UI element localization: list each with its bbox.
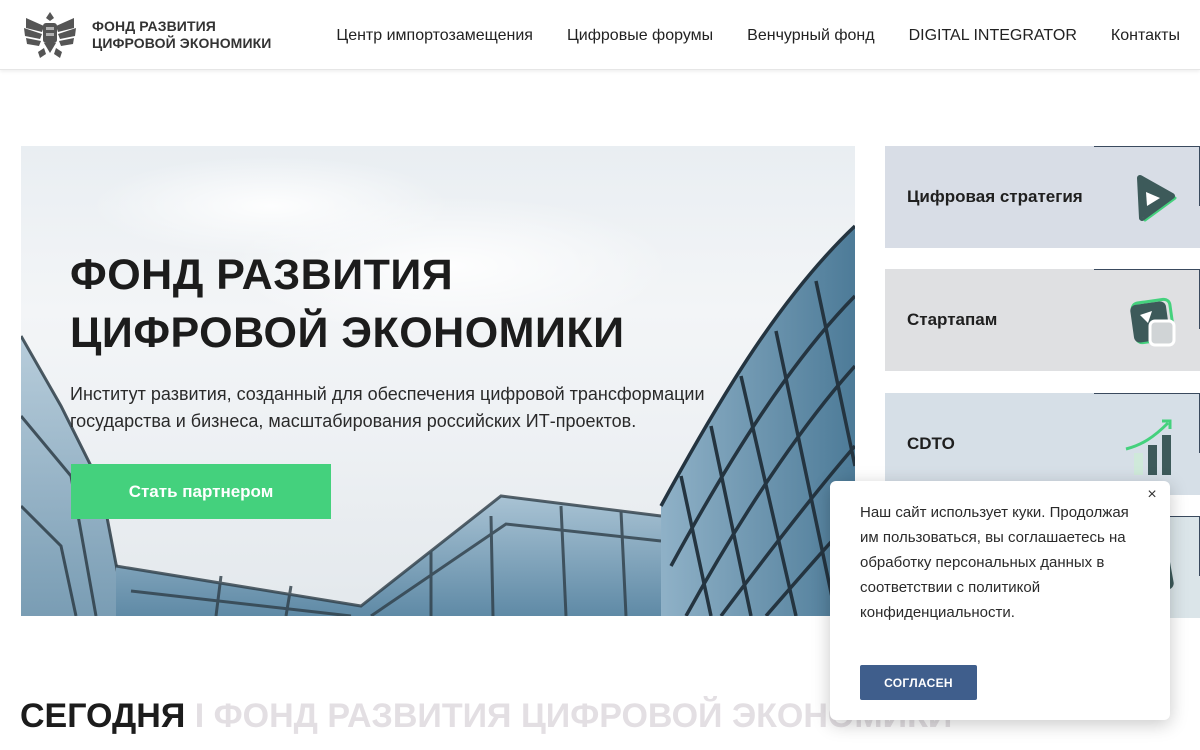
card-corner-line xyxy=(1094,393,1200,394)
nav-import-substitution[interactable]: Центр импортозамещения xyxy=(336,27,533,45)
card-corner-line xyxy=(1094,146,1200,147)
logo[interactable]: ФОНД РАЗВИТИЯ ЦИФРОВОЙ ЭКОНОМИКИ xyxy=(20,8,271,62)
logo-line-1: ФОНД РАЗВИТИЯ xyxy=(92,18,216,34)
section-title-dark: СЕГОДНЯ xyxy=(20,697,186,735)
hero-banner: ФОНД РАЗВИТИЯ ЦИФРОВОЙ ЭКОНОМИКИ Институ… xyxy=(21,146,855,616)
hero-title-line-1: ФОНД РАЗВИТИЯ xyxy=(70,251,454,299)
card-label: CDTO xyxy=(907,434,955,453)
growth-chart-icon xyxy=(1125,419,1172,475)
become-partner-button[interactable]: Стать партнером xyxy=(71,464,331,519)
card-digital-strategy[interactable]: Цифровая стратегия xyxy=(885,146,1200,248)
hero-description: Институт развития, созданный для обеспеч… xyxy=(70,384,705,431)
eagle-emblem-icon xyxy=(24,12,76,58)
hero-title: ФОНД РАЗВИТИЯ ЦИФРОВОЙ ЭКОНОМИКИ xyxy=(70,246,625,362)
site-header: ФОНД РАЗВИТИЯ ЦИФРОВОЙ ЭКОНОМИКИ Центр и… xyxy=(0,0,1200,70)
cookie-consent-popup: × Наш сайт использует куки. Продолжая им… xyxy=(830,481,1170,720)
card-cdto[interactable]: CDTO xyxy=(885,393,1200,495)
card-corner-line xyxy=(1094,269,1200,270)
cookie-agree-button[interactable]: СОГЛАСЕН xyxy=(860,665,977,700)
triangle-icon xyxy=(1137,175,1177,222)
cookie-text: Наш сайт использует куки. Продолжая им п… xyxy=(860,504,1129,621)
hero-title-line-2: ЦИФРОВОЙ ЭКОНОМИКИ xyxy=(70,309,625,357)
nav-venture-fund[interactable]: Венчурный фонд xyxy=(747,27,874,45)
logo-line-2: ЦИФРОВОЙ ЭКОНОМИКИ xyxy=(92,35,272,51)
nav-contacts[interactable]: Контакты xyxy=(1111,27,1180,45)
nav-digital-integrator[interactable]: DIGITAL INTEGRATOR xyxy=(909,27,1077,45)
card-label: Цифровая стратегия xyxy=(907,187,1083,206)
card-label: Стартапам xyxy=(907,310,998,329)
card-startups[interactable]: Стартапам xyxy=(885,269,1200,371)
logo-text: ФОНД РАЗВИТИЯ ЦИФРОВОЙ ЭКОНОМИКИ xyxy=(92,18,271,52)
main-nav: Центр импортозамещения Цифровые форумы В… xyxy=(336,27,1180,45)
startup-cards-icon xyxy=(1130,297,1176,347)
nav-digital-forums[interactable]: Цифровые форумы xyxy=(567,27,713,45)
section-title: СЕГОДНЯ I ФОНД РАЗВИТИЯ ЦИФРОВОЙ ЭКОНОМИ… xyxy=(20,697,952,736)
